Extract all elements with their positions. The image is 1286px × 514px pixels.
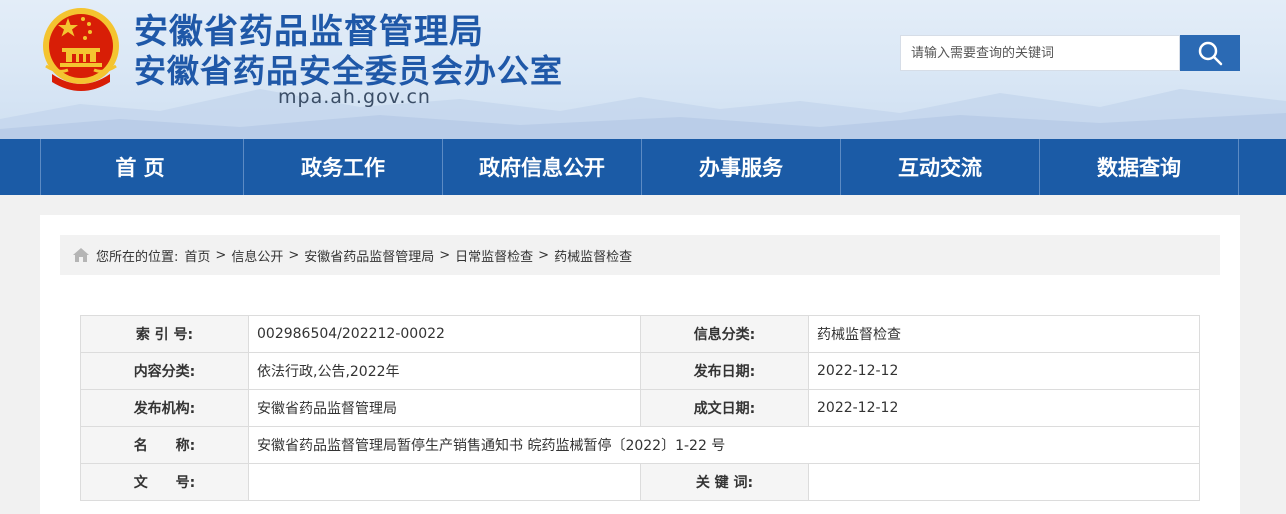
nav-item-info-disclosure[interactable]: 政府信息公开 xyxy=(442,139,641,195)
publisher-value: 安徽省药品监督管理局 xyxy=(248,389,641,427)
breadcrumb-separator: > xyxy=(215,247,227,263)
doc-number-value xyxy=(248,463,641,501)
main-nav: 首 页 政务工作 政府信息公开 办事服务 互动交流 数据查询 xyxy=(0,139,1286,195)
breadcrumb-item-daily-inspection[interactable]: 日常监督检查 xyxy=(455,246,533,265)
search-button[interactable] xyxy=(1180,35,1240,71)
breadcrumb-item-device-inspection[interactable]: 药械监督检查 xyxy=(554,246,632,265)
content-panel: 您所在的位置: 首页 > 信息公开 > 安徽省药品监督管理局 > 日常监督检查 … xyxy=(40,215,1240,514)
breadcrumb-separator: > xyxy=(538,247,550,263)
table-row: 文 号: 关 键 词: xyxy=(80,463,1200,501)
breadcrumb-item-home[interactable]: 首页 xyxy=(184,246,210,265)
breadcrumb-separator: > xyxy=(439,247,451,263)
breadcrumb-prefix: 您所在的位置: xyxy=(96,249,179,265)
site-domain: mpa.ah.gov.cn xyxy=(278,86,431,108)
search-icon xyxy=(1198,41,1223,66)
index-value: 002986504/202212-00022 xyxy=(248,315,641,353)
content-category-value: 依法行政,公告,2022年 xyxy=(248,352,641,390)
created-date-label: 成文日期: xyxy=(640,389,809,427)
table-row: 索 引 号: 002986504/202212-00022 信息分类: 药械监督… xyxy=(80,315,1200,353)
name-label: 名 称: xyxy=(80,426,249,464)
created-date-value: 2022-12-12 xyxy=(808,389,1200,427)
info-category-value: 药械监督检查 xyxy=(808,315,1200,353)
keywords-value xyxy=(808,463,1200,501)
breadcrumb-item-info-disclosure[interactable]: 信息公开 xyxy=(231,246,283,265)
breadcrumb: 您所在的位置: 首页 > 信息公开 > 安徽省药品监督管理局 > 日常监督检查 … xyxy=(60,235,1220,275)
publisher-label: 发布机构: xyxy=(80,389,249,427)
nav-item-services[interactable]: 办事服务 xyxy=(641,139,840,195)
breadcrumb-separator: > xyxy=(288,247,300,263)
keywords-label: 关 键 词: xyxy=(640,463,809,501)
table-row: 发布机构: 安徽省药品监督管理局 成文日期: 2022-12-12 xyxy=(80,389,1200,427)
publish-date-label: 发布日期: xyxy=(640,352,809,390)
home-icon xyxy=(72,247,90,263)
info-table: 索 引 号: 002986504/202212-00022 信息分类: 药械监督… xyxy=(80,315,1200,501)
table-row: 内容分类: 依法行政,公告,2022年 发布日期: 2022-12-12 xyxy=(80,352,1200,390)
national-emblem-icon xyxy=(43,8,119,91)
table-row: 名 称: 安徽省药品监督管理局暂停生产销售通知书 皖药监械暂停〔2022〕1-2… xyxy=(80,426,1200,464)
nav-item-home[interactable]: 首 页 xyxy=(40,139,239,195)
content-category-label: 内容分类: xyxy=(80,352,249,390)
breadcrumb-item-bureau[interactable]: 安徽省药品监督管理局 xyxy=(304,246,434,265)
doc-number-label: 文 号: xyxy=(80,463,249,501)
publish-date-value: 2022-12-12 xyxy=(808,352,1200,390)
nav-item-data-query[interactable]: 数据查询 xyxy=(1039,139,1239,195)
info-category-label: 信息分类: xyxy=(640,315,809,353)
index-label: 索 引 号: xyxy=(80,315,249,353)
site-header: 安徽省药品监督管理局 安徽省药品安全委员会办公室 mpa.ah.gov.cn xyxy=(0,0,1286,139)
name-value: 安徽省药品监督管理局暂停生产销售通知书 皖药监械暂停〔2022〕1-22 号 xyxy=(248,426,1200,464)
search-input[interactable] xyxy=(900,35,1180,71)
nav-item-government-work[interactable]: 政务工作 xyxy=(243,139,442,195)
nav-item-interaction[interactable]: 互动交流 xyxy=(840,139,1039,195)
